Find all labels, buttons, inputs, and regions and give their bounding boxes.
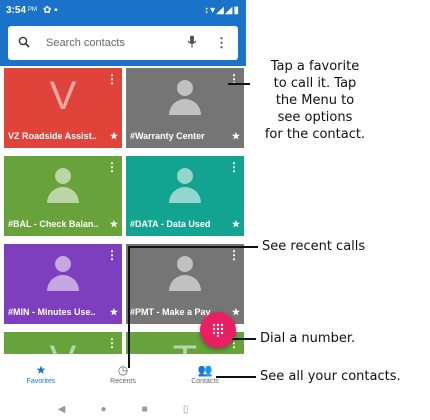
search-bar[interactable]: Search contacts ⋮ [8,26,238,60]
status-time: 3:54 [6,4,27,16]
favorite-name-text: #MIN - Minutes Use.. [8,307,96,317]
recent-apps-button[interactable]: ■ [142,404,148,415]
recent-leader-line [128,246,130,368]
favorite-name-text: #BAL - Check Balan.. [8,219,99,229]
search-input[interactable]: Search contacts [46,37,125,49]
tile-menu-icon[interactable]: ⋮ [228,160,240,174]
favorite-tile[interactable]: ⋮ #DATA - Data Used ★ [126,156,244,236]
favorite-star-icon: ★ [109,219,118,229]
notification-icons: ✿ ▪ [43,4,58,16]
search-menu-icon[interactable]: ⋮ [215,35,228,51]
screenshot: { "status_bar": { "time": "3:54", "ampm"… [0,0,430,420]
favorite-name: #DATA - Data Used ★ [130,219,240,230]
favorite-name: #MIN - Minutes Use.. ★ [8,307,118,318]
recent-leader-line [128,246,258,248]
dial-leader-line [232,338,256,340]
contact-initial: V [49,74,77,118]
contacts-callout: See all your contacts. [260,369,401,384]
person-icon [169,80,201,116]
clock-icon: ◷ [117,363,129,377]
status-ampm: PM [28,7,38,13]
favorite-name: #BAL - Check Balan.. ★ [8,219,118,230]
favorite-star-icon: ★ [109,307,118,317]
nav-favorites[interactable]: ★ Favorites [0,360,82,392]
favorite-callout: Tap a favorite to call it. Tap the Menu … [250,58,380,143]
status-bar: 3:54 PM ✿ ▪ ↕▾◢◢▮ [0,0,246,20]
recent-callout: See recent calls [262,239,366,254]
tile-menu-icon[interactable]: ⋮ [106,248,118,262]
favorite-callout-line: see options [277,110,353,125]
dial-callout: Dial a number. [260,331,356,346]
signal-battery-icons: ↕▾◢◢▮ [204,4,240,16]
back-button[interactable]: ◀ [58,404,66,415]
person-icon [169,256,201,292]
nav-label: Contacts [191,378,219,385]
favorite-tile[interactable]: ⋮V [4,332,122,354]
nav-label: Recents [110,378,136,385]
dialpad-button[interactable] [200,312,236,348]
favorite-callout-line: the Menu to [275,93,355,108]
favorite-tile[interactable]: ⋮ #PMT - Make a Pay.. ★ [126,244,244,324]
dialpad-icon [212,323,224,337]
microphone-icon[interactable] [187,35,197,51]
nav-recents[interactable]: ◷ Recents [82,360,164,392]
favorite-name-text: VZ Roadside Assist.. [8,131,97,141]
phone-screen: 3:54 PM ✿ ▪ ↕▾◢◢▮ Search contacts ⋮ ⋮ V VZ… [0,0,246,420]
favorite-callout-line: to call it. Tap [273,76,357,91]
person-icon [47,168,79,204]
nav-label: Favorites [26,378,56,385]
search-icon[interactable] [18,36,32,51]
favorite-name: #Warranty Center ★ [130,131,240,142]
favorite-callout-line: Tap a favorite [270,59,360,74]
star-icon: ★ [35,363,47,377]
contacts-leader-line [216,376,256,378]
tile-menu-icon[interactable]: ⋮ [106,160,118,174]
favorite-name-text: #Warranty Center [130,131,205,141]
person-icon [47,256,79,292]
home-button[interactable]: ● [100,404,106,415]
favorite-tile[interactable]: ⋮ #Warranty Center ★ [126,68,244,148]
tile-menu-icon[interactable]: ⋮ [228,248,240,262]
favorite-star-icon: ★ [231,219,240,229]
people-icon: 👥 [197,363,213,377]
rotate-icon[interactable]: ▯ [183,404,189,415]
favorite-leader-line [228,83,250,85]
favorite-callout-line: for the contact. [264,127,366,142]
favorite-name-text: #DATA - Data Used [130,219,211,229]
contact-initial: V [4,338,122,354]
favorite-name: VZ Roadside Assist.. ★ [8,131,118,142]
favorite-tile[interactable]: ⋮ V VZ Roadside Assist.. ★ [4,68,122,148]
system-navigation: ◀ ● ■ ▯ [0,398,246,420]
bottom-navigation: ★ Favorites ◷ Recents 👥 Contacts [0,360,246,392]
favorite-star-icon: ★ [231,131,240,141]
favorite-tile[interactable]: ⋮ #MIN - Minutes Use.. ★ [4,244,122,324]
favorite-name-text: #PMT - Make a Pay.. [130,307,215,317]
person-icon [169,168,201,204]
favorite-tile[interactable]: ⋮ #BAL - Check Balan.. ★ [4,156,122,236]
favorite-star-icon: ★ [109,131,118,141]
